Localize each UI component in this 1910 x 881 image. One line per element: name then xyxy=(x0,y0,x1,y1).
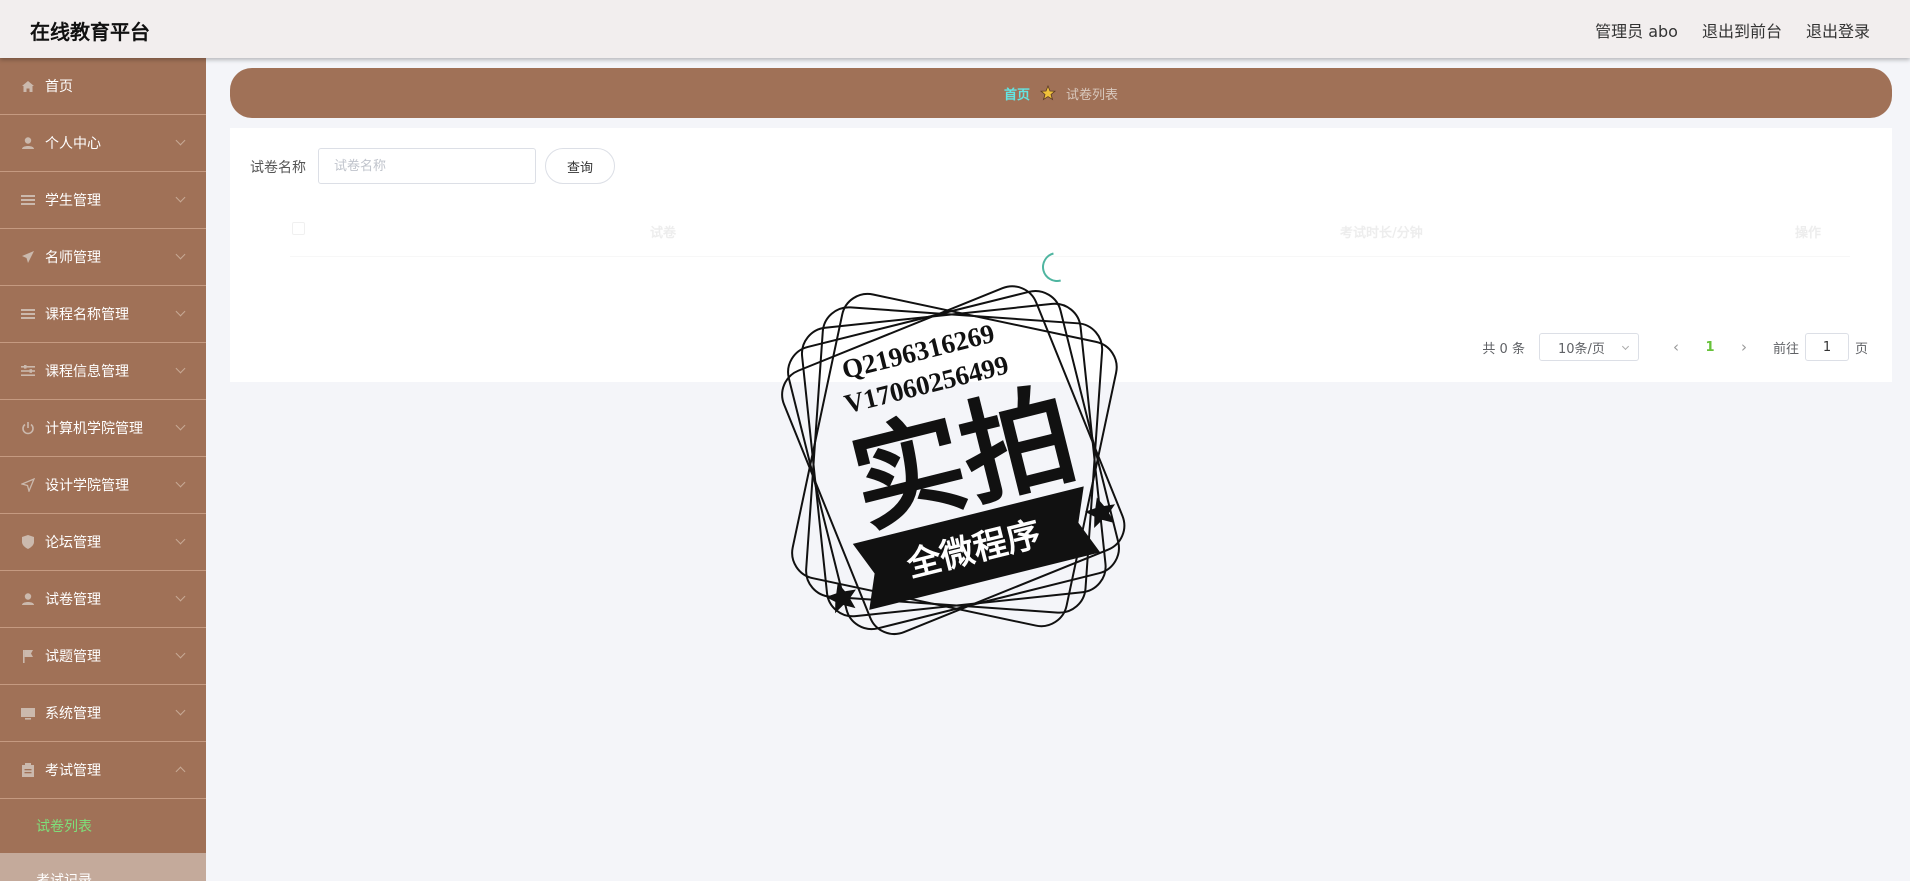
watermark-stamp: Q2196316269 V17060256499 实拍 全微程序 xyxy=(781,285,1126,635)
prev-page-button[interactable]: ‹ xyxy=(1661,338,1691,356)
monitor-icon xyxy=(20,705,36,721)
page-size-value: 10条/页 xyxy=(1557,341,1605,357)
top-header: 在线教育平台 管理员 abo 退出到前台 退出登录 xyxy=(0,0,1910,58)
sidebar-item-exam-management[interactable]: 考试管理 xyxy=(0,742,206,799)
chevron-down-icon xyxy=(175,306,186,317)
current-user-label: 管理员 abo xyxy=(1595,22,1678,41)
breadcrumb-home-link[interactable]: 首页 xyxy=(1004,84,1030,103)
chevron-up-icon xyxy=(175,766,186,777)
chevron-down-icon xyxy=(175,477,186,488)
sidebar-menu: 首页 个人中心 学生管理 名师管理 课程名称管理 课程信息管理 计算机学院管理 … xyxy=(0,58,206,881)
sidebar-item-course-info-management[interactable]: 课程信息管理 xyxy=(0,343,206,400)
sidebar-item-paper-management[interactable]: 试卷管理 xyxy=(0,571,206,628)
chevron-down-icon xyxy=(175,249,186,260)
person-icon xyxy=(20,135,36,151)
sidebar-item-design-college-management[interactable]: 设计学院管理 xyxy=(0,457,206,514)
star-icon xyxy=(1040,85,1056,101)
header-actions: 管理员 abo 退出到前台 退出登录 xyxy=(1595,18,1870,42)
chevron-down-icon xyxy=(1621,342,1630,351)
person-icon xyxy=(20,591,36,607)
sidebar-item-cs-college-management[interactable]: 计算机学院管理 xyxy=(0,400,206,457)
goto-prefix: 前往 xyxy=(1772,341,1799,357)
column-header-actions: 操作 xyxy=(1795,226,1822,241)
sidebar-subitem-label: 考试记录 xyxy=(36,873,92,881)
sidebar-item-label: 试题管理 xyxy=(45,649,101,665)
sidebar-item-label: 个人中心 xyxy=(45,136,101,152)
logout-link[interactable]: 退出登录 xyxy=(1806,18,1870,42)
next-page-button[interactable]: › xyxy=(1729,338,1759,356)
select-all-checkbox[interactable] xyxy=(292,222,305,235)
search-button[interactable]: 查询 xyxy=(545,148,615,184)
column-header-paper[interactable]: 试卷 xyxy=(650,222,676,241)
sidebar-item-label: 系统管理 xyxy=(45,706,101,722)
sidebar-item-label: 考试管理 xyxy=(45,763,101,779)
power-icon xyxy=(20,420,36,436)
sidebar-item-label: 课程信息管理 xyxy=(45,364,129,380)
sidebar-subitem-label: 试卷列表 xyxy=(36,819,92,835)
breadcrumb-current: 试卷列表 xyxy=(1066,87,1119,103)
sidebar-item-label: 学生管理 xyxy=(45,193,101,209)
sidebar-item-forum-management[interactable]: 论坛管理 xyxy=(0,514,206,571)
sidebar-item-label: 试卷管理 xyxy=(45,592,101,608)
sidebar-item-label: 首页 xyxy=(45,79,73,95)
breadcrumb: 首页 试卷列表 xyxy=(230,68,1892,118)
sidebar-subitem-exam-records[interactable]: 考试记录 xyxy=(0,853,206,881)
sliders-icon xyxy=(20,363,36,379)
sidebar-item-label: 论坛管理 xyxy=(45,535,101,551)
sidebar-subitem-paper-list[interactable]: 试卷列表 xyxy=(0,799,206,853)
column-header-duration[interactable]: 考试时长/分钟 xyxy=(1340,222,1423,241)
chevron-down-icon xyxy=(175,192,186,203)
goto-suffix: 页 xyxy=(1854,341,1868,357)
paper-name-search-input[interactable] xyxy=(318,148,536,184)
page-size-select[interactable]: 10条/页 xyxy=(1538,333,1639,361)
sidebar-item-label: 课程名称管理 xyxy=(45,307,129,323)
app-title: 在线教育平台 xyxy=(30,20,150,44)
chevron-down-icon xyxy=(175,648,186,659)
sidebar-item-home[interactable]: 首页 xyxy=(0,58,206,115)
chevron-down-icon xyxy=(175,591,186,602)
sidebar-item-label: 设计学院管理 xyxy=(45,478,129,494)
pagination-total: 共 0 条 xyxy=(1482,341,1525,357)
search-label: 试卷名称 xyxy=(250,160,306,176)
sidebar-item-personal-center[interactable]: 个人中心 xyxy=(0,115,206,172)
chevron-down-icon xyxy=(175,534,186,545)
clipboard-icon xyxy=(20,762,36,778)
shield-icon xyxy=(20,534,36,550)
sidebar-item-system-management[interactable]: 系统管理 xyxy=(0,685,206,742)
sidebar-item-label: 计算机学院管理 xyxy=(45,421,143,437)
chevron-down-icon xyxy=(175,420,186,431)
page-number-button[interactable]: 1 xyxy=(1691,340,1729,355)
goto-page: 前往 页 xyxy=(1773,333,1868,361)
table-header: 试卷 考试时长/分钟 操作 xyxy=(250,210,1872,250)
sidebar-item-course-name-management[interactable]: 课程名称管理 xyxy=(0,286,206,343)
send-icon xyxy=(20,249,36,265)
sidebar-item-question-management[interactable]: 试题管理 xyxy=(0,628,206,685)
list-icon xyxy=(20,192,36,208)
flag-icon xyxy=(20,648,36,664)
sidebar-item-label: 名师管理 xyxy=(45,250,101,266)
sidebar-item-teacher-management[interactable]: 名师管理 xyxy=(0,229,206,286)
chevron-down-icon xyxy=(175,135,186,146)
chevron-down-icon xyxy=(175,363,186,374)
pagination: 共 0 条 10条/页 ‹ 1 › 前往 页 xyxy=(1482,333,1868,361)
sidebar-item-student-management[interactable]: 学生管理 xyxy=(0,172,206,229)
exit-to-front-link[interactable]: 退出到前台 xyxy=(1702,18,1782,42)
home-icon xyxy=(20,78,36,94)
navigation-icon xyxy=(20,477,36,493)
goto-page-input[interactable] xyxy=(1804,333,1849,361)
list-icon xyxy=(20,306,36,322)
chevron-down-icon xyxy=(175,705,186,716)
